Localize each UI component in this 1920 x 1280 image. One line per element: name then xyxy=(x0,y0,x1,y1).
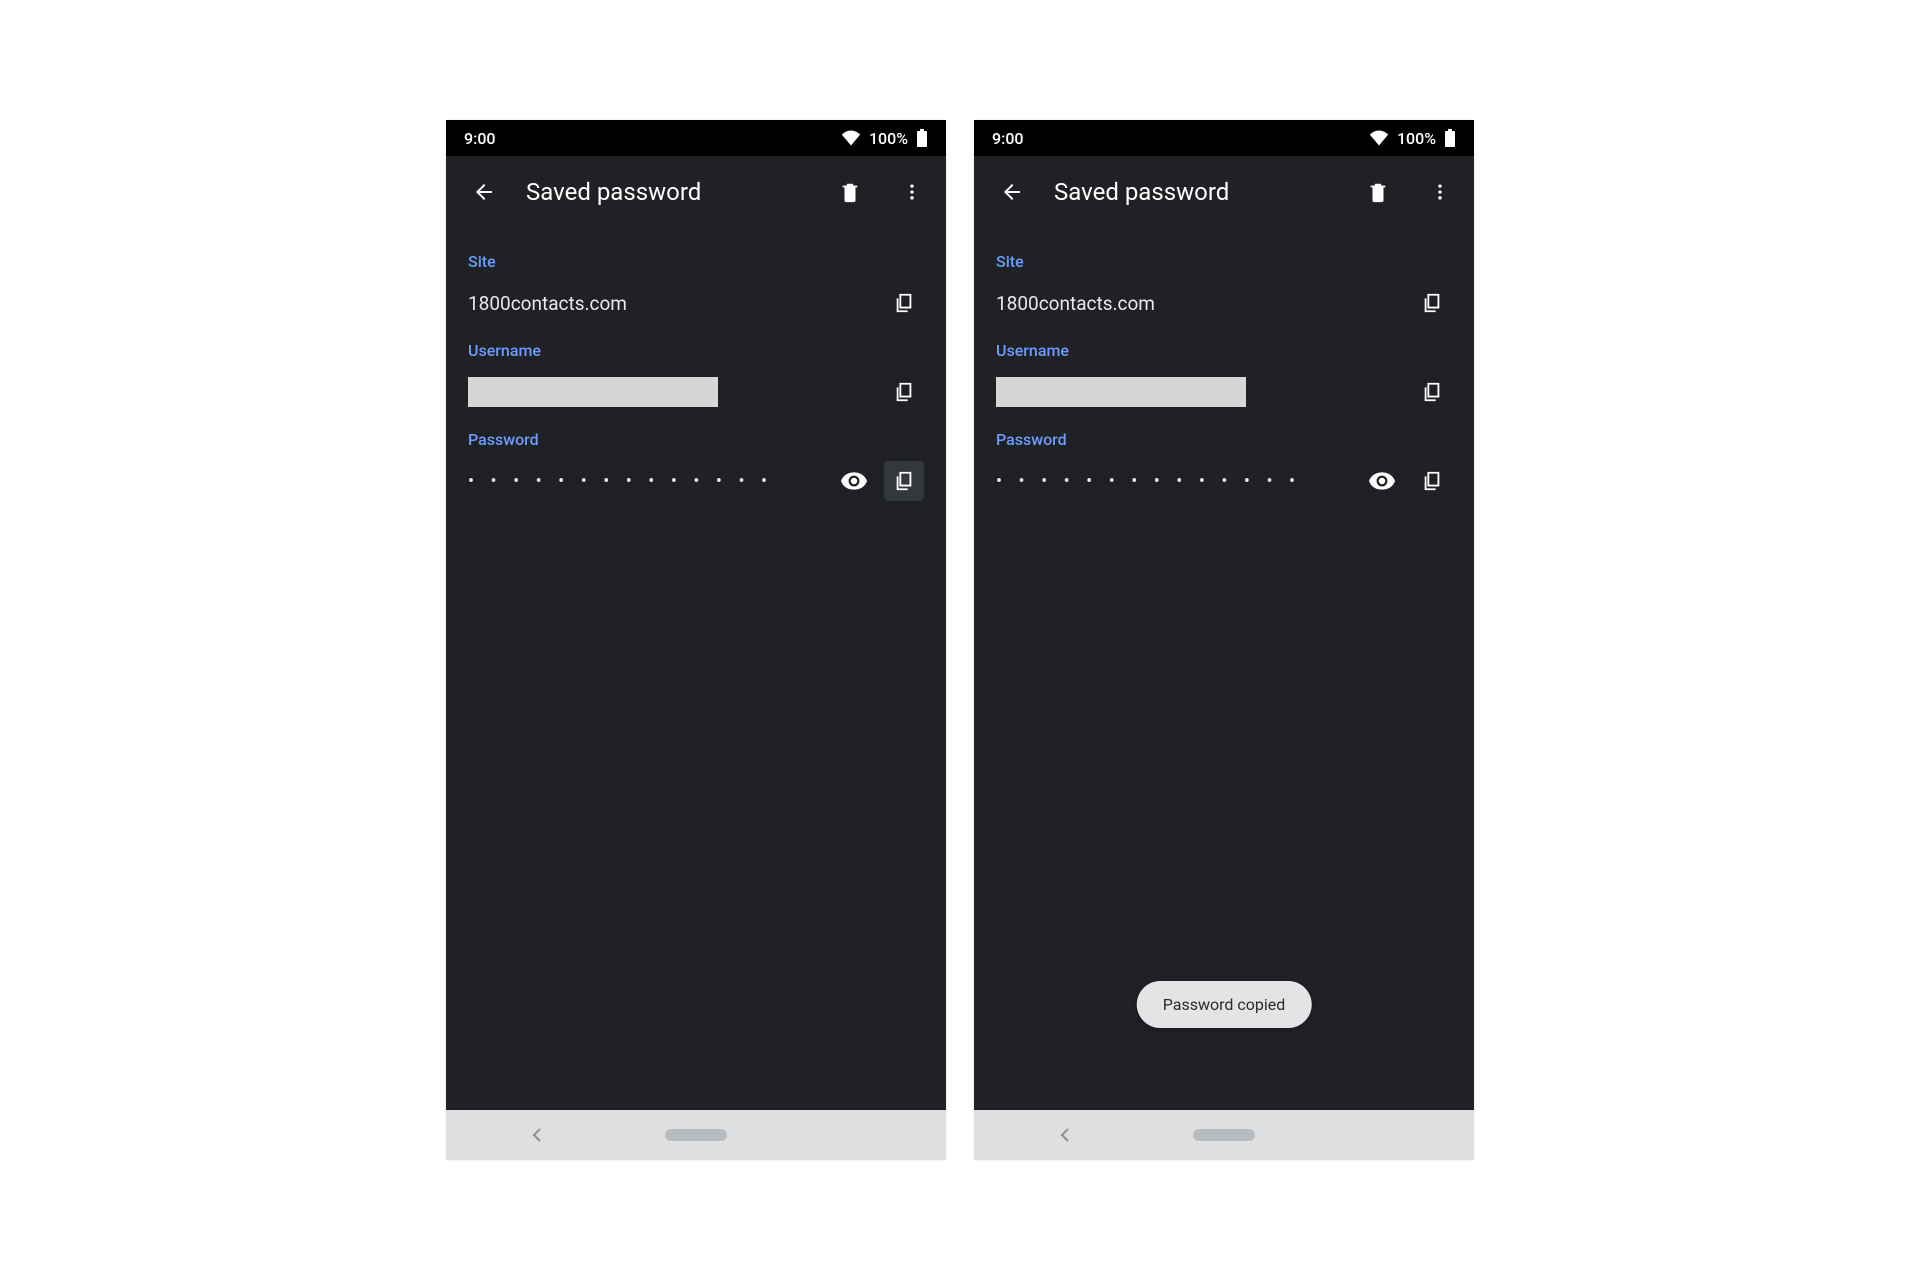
password-field: Password • • • • • • • • • • • • • • xyxy=(468,430,924,501)
site-label: Site xyxy=(996,252,1452,271)
show-password-button[interactable] xyxy=(1362,461,1402,501)
username-label: Username xyxy=(468,341,924,360)
password-label: Password xyxy=(468,430,924,449)
battery-icon xyxy=(916,129,928,147)
username-value xyxy=(468,377,874,407)
site-field: Site 1800contacts.com xyxy=(996,252,1452,323)
copy-password-button[interactable] xyxy=(1412,461,1452,501)
app-bar: Saved password xyxy=(974,156,1474,228)
status-bar: 9:00 100% xyxy=(446,120,946,156)
password-field: Password • • • • • • • • • • • • • • xyxy=(996,430,1452,501)
site-value: 1800contacts.com xyxy=(996,288,1402,318)
username-label: Username xyxy=(996,341,1452,360)
password-label: Password xyxy=(996,430,1452,449)
content-area: Site 1800contacts.com Username xyxy=(974,228,1474,501)
username-value xyxy=(996,377,1402,407)
back-button[interactable] xyxy=(992,172,1032,212)
show-password-button[interactable] xyxy=(834,461,874,501)
overflow-menu-button[interactable] xyxy=(892,172,932,212)
password-value: • • • • • • • • • • • • • • xyxy=(468,466,824,496)
wifi-icon xyxy=(1369,130,1389,146)
nav-back-icon[interactable] xyxy=(1057,1127,1073,1143)
username-field: Username xyxy=(996,341,1452,412)
battery-text: 100% xyxy=(1397,129,1436,148)
copy-password-button[interactable] xyxy=(884,461,924,501)
status-time: 9:00 xyxy=(992,129,1024,148)
battery-icon xyxy=(1444,129,1456,147)
screen: 9:00 100% Saved password xyxy=(446,120,946,1110)
copy-username-button[interactable] xyxy=(1412,372,1452,412)
delete-button[interactable] xyxy=(830,172,870,212)
system-nav-bar xyxy=(446,1110,946,1160)
page-title: Saved password xyxy=(526,178,808,206)
toast-password-copied: Password copied xyxy=(1137,981,1312,1028)
back-button[interactable] xyxy=(464,172,504,212)
overflow-menu-button[interactable] xyxy=(1420,172,1460,212)
nav-home-pill[interactable] xyxy=(1193,1129,1255,1141)
copy-site-button[interactable] xyxy=(884,283,924,323)
site-field: Site 1800contacts.com xyxy=(468,252,924,323)
username-field: Username xyxy=(468,341,924,412)
nav-home-pill[interactable] xyxy=(665,1129,727,1141)
copy-username-button[interactable] xyxy=(884,372,924,412)
battery-text: 100% xyxy=(869,129,908,148)
site-value: 1800contacts.com xyxy=(468,288,874,318)
username-redacted-box xyxy=(996,377,1246,407)
status-time: 9:00 xyxy=(464,129,496,148)
username-redacted-box xyxy=(468,377,718,407)
copy-site-button[interactable] xyxy=(1412,283,1452,323)
system-nav-bar xyxy=(974,1110,1474,1160)
wifi-icon xyxy=(841,130,861,146)
app-bar: Saved password xyxy=(446,156,946,228)
content-area: Site 1800contacts.com Username xyxy=(446,228,946,501)
phone-frame-left: 9:00 100% Saved password xyxy=(446,120,946,1160)
status-bar: 9:00 100% xyxy=(974,120,1474,156)
site-label: Site xyxy=(468,252,924,271)
password-value: • • • • • • • • • • • • • • xyxy=(996,466,1352,496)
phone-pair: 9:00 100% Saved password xyxy=(428,102,1492,1178)
screen: 9:00 100% Saved password xyxy=(974,120,1474,1110)
delete-button[interactable] xyxy=(1358,172,1398,212)
nav-back-icon[interactable] xyxy=(529,1127,545,1143)
phone-frame-right: 9:00 100% Saved password xyxy=(974,120,1474,1160)
page-title: Saved password xyxy=(1054,178,1336,206)
